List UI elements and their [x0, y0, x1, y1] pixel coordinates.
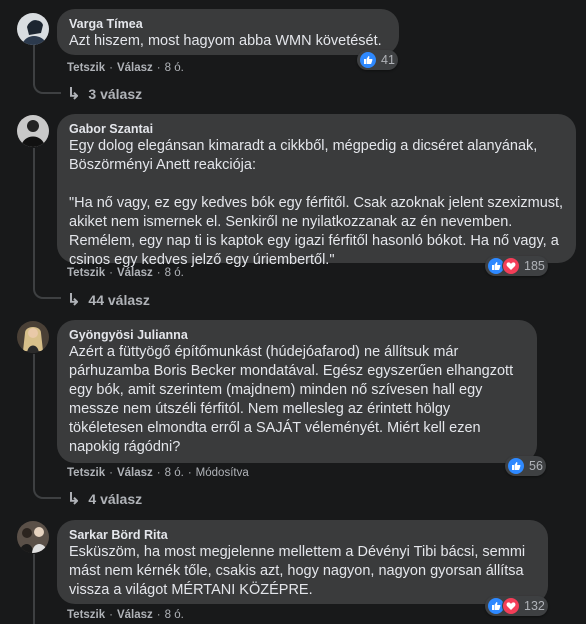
comment-text: Egy dolog elegánsan kimaradt a cikkből, …: [69, 138, 564, 268]
reaction-summary[interactable]: 185: [485, 256, 548, 276]
view-replies-button[interactable]: ↳ 44 válasz: [67, 290, 150, 310]
edited-label[interactable]: Módosítva: [196, 467, 249, 479]
thread-connector: [33, 80, 61, 94]
thread-line: [33, 354, 35, 488]
reaction-summary[interactable]: 41: [357, 50, 398, 70]
like-button[interactable]: Tetszik: [67, 267, 105, 279]
avatar-image: [17, 521, 49, 553]
like-button[interactable]: Tetszik: [67, 467, 105, 479]
thread-line: [33, 45, 35, 85]
avatar[interactable]: [17, 13, 49, 45]
reply-arrow-icon: ↳: [67, 491, 81, 508]
avatar-image: [17, 115, 49, 147]
separator-dot: ·: [156, 267, 161, 279]
like-button[interactable]: Tetszik: [67, 62, 105, 74]
heart-icon: [502, 257, 520, 275]
avatar[interactable]: [17, 321, 49, 353]
comment-timestamp[interactable]: 8 ó.: [165, 267, 184, 279]
thread-connector: [33, 285, 61, 299]
comment-bubble: Gabor Szantai Egy dolog elegánsan kimara…: [57, 114, 576, 268]
comment-timestamp[interactable]: 8 ó.: [165, 609, 184, 621]
comment-bubble: Sarkar Börd Rita Esküszöm, ha most megje…: [57, 520, 548, 604]
comment-text: Azt hiszem, most hagyom abba WMN követés…: [69, 33, 382, 49]
comment-actions: Tetszik · Válasz · 8 ó.: [67, 609, 184, 621]
thread-line: [33, 148, 35, 288]
comment-bubble: Gyöngyösi Julianna Azért a füttyögő épít…: [57, 320, 537, 463]
reply-button[interactable]: Válasz: [117, 467, 153, 479]
reaction-count: 41: [381, 53, 395, 67]
view-replies-button[interactable]: ↳ 4 válasz: [67, 489, 142, 509]
replies-count: 4 válasz: [88, 491, 143, 507]
comment-actions: Tetszik · Válasz · 8 ó. · Módosítva: [67, 467, 249, 479]
reaction-summary[interactable]: 132: [485, 596, 548, 616]
reaction-count: 185: [524, 259, 545, 273]
comment-bubble: Varga Tímea Azt hiszem, most hagyom abba…: [57, 9, 399, 55]
comment-text: Esküszöm, ha most megjelenne mellettem a…: [69, 544, 530, 598]
separator-dot: ·: [156, 467, 161, 479]
thread-connector: [33, 485, 61, 499]
reaction-summary[interactable]: 56: [505, 456, 546, 476]
separator-dot: ·: [156, 609, 161, 621]
comment-author[interactable]: Gabor Szantai: [69, 121, 564, 137]
avatar[interactable]: [17, 521, 49, 553]
comment-text: Azért a füttyögő építőmunkást (húdejóafa…: [69, 344, 518, 455]
avatar[interactable]: [17, 115, 49, 147]
reply-arrow-icon: ↳: [67, 292, 81, 309]
comment-timestamp[interactable]: 8 ó.: [165, 62, 184, 74]
reply-button[interactable]: Válasz: [117, 267, 153, 279]
separator-dot: ·: [156, 62, 161, 74]
reaction-count: 56: [529, 459, 543, 473]
separator-dot: ·: [109, 267, 113, 279]
comment-author[interactable]: Varga Tímea: [69, 16, 387, 32]
like-icon: [507, 457, 525, 475]
replies-count: 44 válasz: [88, 292, 150, 308]
thread-line: [33, 554, 35, 624]
separator-dot: ·: [109, 609, 113, 621]
reply-button[interactable]: Válasz: [117, 62, 153, 74]
separator-dot: ·: [109, 62, 113, 74]
view-replies-button[interactable]: ↳ 3 válasz: [67, 84, 142, 104]
like-icon: [359, 51, 377, 69]
separator-dot: ·: [109, 467, 113, 479]
replies-count: 3 válasz: [88, 86, 143, 102]
avatar-image: [17, 321, 49, 353]
avatar-image: [17, 13, 49, 45]
reply-button[interactable]: Válasz: [117, 609, 153, 621]
comment-actions: Tetszik · Válasz · 8 ó.: [67, 62, 184, 74]
like-button[interactable]: Tetszik: [67, 609, 105, 621]
heart-icon: [502, 597, 520, 615]
reaction-count: 132: [524, 599, 545, 613]
comment-timestamp[interactable]: 8 ó.: [165, 467, 184, 479]
comment-author[interactable]: Gyöngyösi Julianna: [69, 327, 525, 343]
reply-arrow-icon: ↳: [67, 86, 81, 103]
comment-author[interactable]: Sarkar Börd Rita: [69, 527, 536, 543]
comment-actions: Tetszik · Válasz · 8 ó.: [67, 267, 184, 279]
separator-dot: ·: [187, 467, 192, 479]
